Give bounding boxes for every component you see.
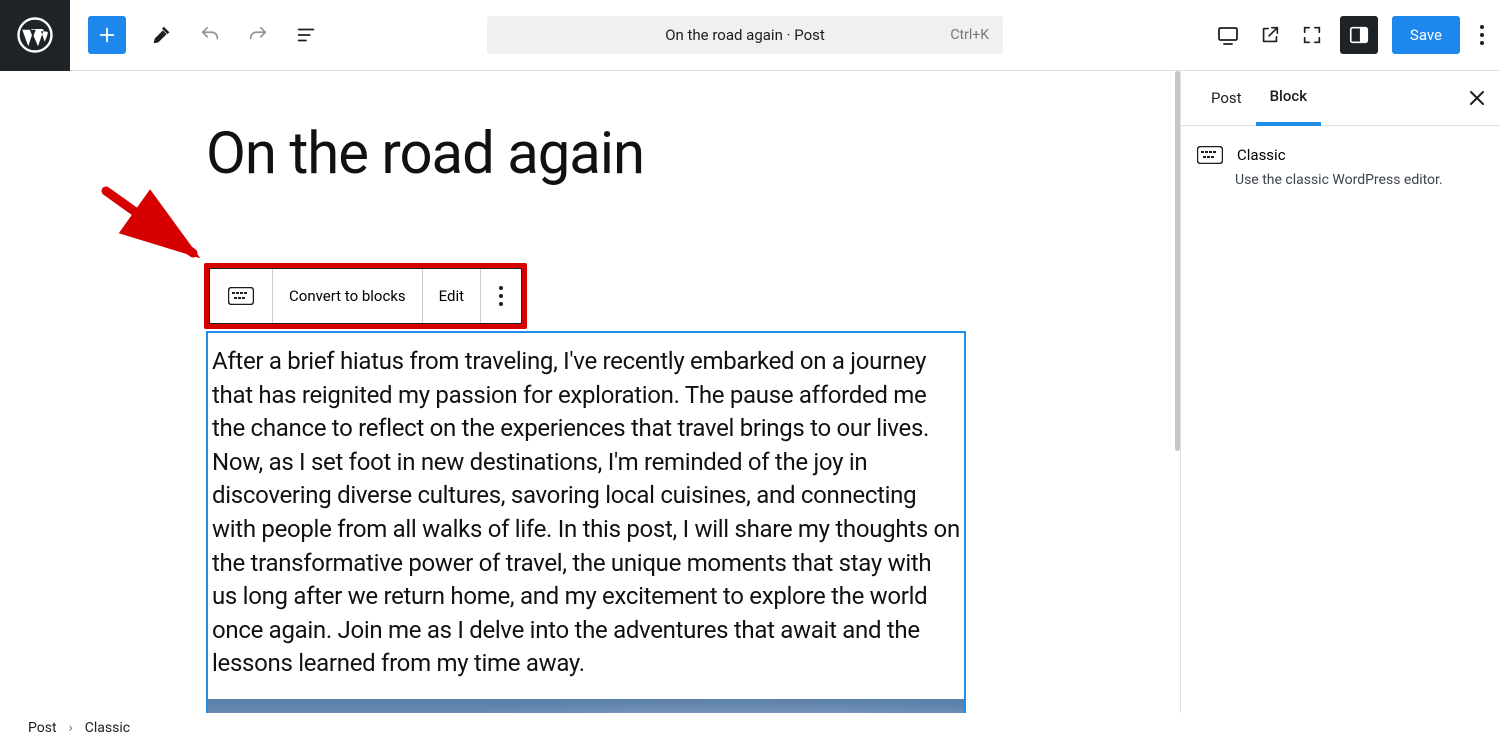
convert-to-blocks-button[interactable]: Convert to blocks — [273, 269, 423, 323]
editor-canvas: On the road again Convert to blocks Edit… — [0, 71, 1180, 713]
sidebar-toggle-button[interactable] — [1340, 16, 1378, 54]
post-title[interactable]: On the road again — [206, 125, 966, 183]
view-desktop-icon[interactable] — [1214, 21, 1242, 49]
block-name-label: Classic — [1237, 146, 1286, 164]
undo-icon[interactable] — [198, 23, 222, 47]
command-shortcut: Ctrl+K — [950, 27, 989, 43]
top-toolbar: On the road again · Post Ctrl+K Save — [0, 0, 1500, 71]
document-title-bar[interactable]: On the road again · Post Ctrl+K — [487, 16, 1003, 54]
right-toolbar-group: Save — [1214, 16, 1490, 54]
tools-icon[interactable] — [150, 23, 174, 47]
sidebar-body: Classic Use the classic WordPress editor… — [1181, 126, 1500, 208]
block-description: Use the classic WordPress editor. — [1235, 172, 1484, 188]
breadcrumb-root[interactable]: Post — [28, 720, 57, 736]
document-title: On the road again · Post — [665, 26, 825, 44]
annotation-highlight-box: Convert to blocks Edit — [204, 263, 527, 329]
edit-button[interactable]: Edit — [423, 269, 481, 323]
classic-block-icon[interactable] — [210, 269, 273, 323]
post-image[interactable] — [208, 699, 964, 713]
save-button[interactable]: Save — [1392, 16, 1460, 54]
block-toolbar: Convert to blocks Edit — [209, 268, 522, 324]
annotation-arrow-icon — [98, 183, 208, 263]
classic-block-icon — [1197, 146, 1223, 164]
editor-content: On the road again — [206, 71, 966, 183]
redo-icon[interactable] — [246, 23, 270, 47]
chevron-right-icon: › — [69, 720, 73, 736]
view-link-icon[interactable] — [1256, 21, 1284, 49]
classic-block[interactable]: After a brief hiatus from traveling, I'v… — [206, 331, 966, 713]
close-sidebar-icon[interactable] — [1468, 89, 1486, 107]
sidebar-tabs: Post Block — [1181, 71, 1500, 126]
breadcrumb-current[interactable]: Classic — [85, 720, 130, 736]
settings-sidebar: Post Block Classic Use the classic WordP… — [1180, 71, 1500, 713]
fullscreen-icon[interactable] — [1298, 21, 1326, 49]
wordpress-logo[interactable] — [0, 0, 70, 71]
add-block-button[interactable] — [88, 16, 126, 54]
block-info-header: Classic — [1197, 146, 1484, 164]
tab-block[interactable]: Block — [1256, 71, 1321, 126]
breadcrumb: Post › Classic — [0, 713, 130, 743]
block-options-icon[interactable] — [481, 269, 521, 323]
post-content[interactable]: After a brief hiatus from traveling, I'v… — [208, 345, 964, 699]
options-icon[interactable] — [1474, 25, 1490, 45]
tab-post[interactable]: Post — [1197, 71, 1256, 126]
document-overview-icon[interactable] — [294, 23, 318, 47]
